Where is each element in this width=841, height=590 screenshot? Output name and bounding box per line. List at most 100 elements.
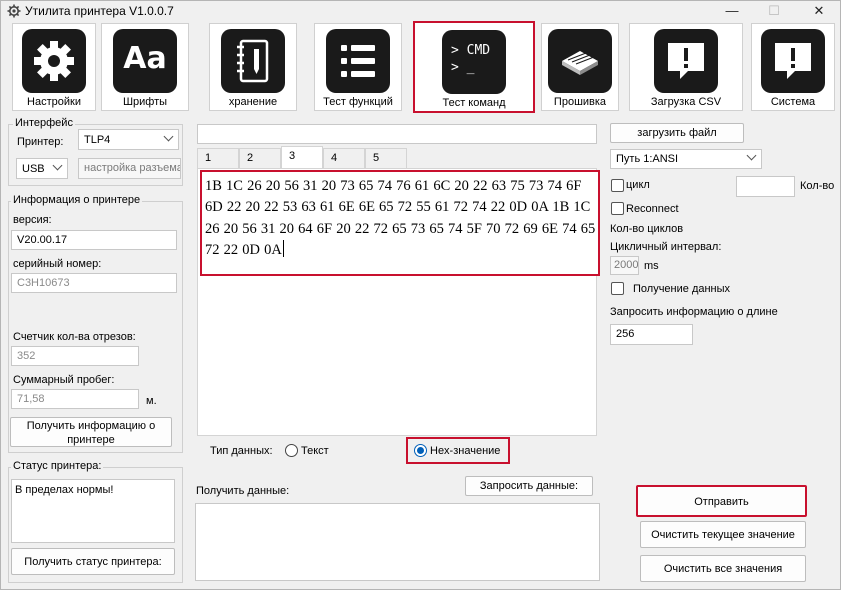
receive-label: Получить данные: bbox=[196, 485, 290, 497]
path-select-value: Путь 1:ANSI bbox=[616, 153, 679, 165]
toolbar-storage-label: хранение bbox=[228, 96, 278, 108]
cmd-icon: > CMD > _ bbox=[442, 30, 506, 94]
received-data-field[interactable] bbox=[195, 503, 600, 581]
load-file-button[interactable]: загрузить файл bbox=[610, 123, 744, 143]
serial-label: серийный номер: bbox=[13, 258, 102, 270]
tab-2[interactable]: 2 bbox=[239, 148, 281, 168]
mileage-unit: м. bbox=[146, 395, 157, 407]
printer-select[interactable]: TLP4 bbox=[78, 129, 179, 150]
clear-all-button[interactable]: Очистить все значения bbox=[640, 555, 806, 582]
port-select-value: USB bbox=[22, 163, 45, 175]
radio-hex-label: Hex-значение bbox=[430, 445, 501, 457]
receive-data-checkbox[interactable] bbox=[611, 282, 624, 295]
data-type-label: Тип данных: bbox=[210, 445, 273, 457]
printer-info-title: Информация о принтере bbox=[11, 194, 143, 206]
status-field: В пределах нормы! bbox=[11, 479, 175, 543]
toolbar-csv-upload[interactable]: Загрузка CSV bbox=[629, 23, 743, 111]
toolbar-command-test-label: Тест команд bbox=[442, 97, 506, 109]
window-title: Утилита принтера V1.0.0.7 bbox=[25, 4, 174, 18]
port-settings-field: настройка разъема bbox=[78, 158, 181, 179]
printer-label: Принтер: bbox=[17, 136, 64, 148]
toolbar-command-test[interactable]: > CMD > _ Тест команд bbox=[413, 21, 535, 113]
tab-3-label: 3 bbox=[289, 150, 296, 162]
cut-counter-field: 352 bbox=[11, 346, 139, 366]
cycles-label: Кол-во циклов bbox=[610, 223, 684, 235]
receive-data-label: Получение данных bbox=[633, 283, 731, 295]
cmd-icon-glyph: > CMD > _ bbox=[451, 43, 491, 75]
send-button[interactable]: Отправить bbox=[636, 485, 807, 517]
tab-5[interactable]: 5 bbox=[365, 148, 407, 168]
tab-4[interactable]: 4 bbox=[323, 148, 365, 168]
app-gear-icon bbox=[7, 4, 21, 18]
command-input[interactable] bbox=[197, 124, 597, 144]
toolbar-function-test-label: Тест функций bbox=[323, 96, 393, 108]
toolbar-firmware-label: Прошивка bbox=[553, 96, 607, 108]
toolbar-csv-upload-label: Загрузка CSV bbox=[650, 96, 722, 108]
font-icon: Aa bbox=[113, 29, 177, 93]
interval-label: Цикличный интервал: bbox=[610, 241, 722, 253]
request-length-label: Запросить информацию о длине bbox=[610, 306, 778, 318]
toolbar-function-test[interactable]: Тест функций bbox=[314, 23, 402, 111]
version-field: V20.00.17 bbox=[11, 230, 177, 250]
interval-field: 2000 bbox=[610, 256, 639, 275]
title-bar: Утилита принтера V1.0.0.7 — ☐ ✕ bbox=[1, 1, 840, 21]
chevron-down-icon bbox=[52, 160, 63, 171]
mileage-field: 71,58 bbox=[11, 389, 139, 409]
toolbar-settings[interactable]: Настройки bbox=[12, 23, 96, 111]
toolbar-fonts[interactable]: Aa Шрифты bbox=[101, 23, 189, 111]
status-value: В пределах нормы! bbox=[15, 484, 114, 496]
port-select[interactable]: USB bbox=[16, 158, 68, 179]
toolbar-system-label: Система bbox=[770, 96, 816, 108]
reconnect-label: Reconnect bbox=[626, 203, 679, 215]
toolbar-firmware[interactable]: Прошивка bbox=[541, 23, 619, 111]
tab-3[interactable]: 3 bbox=[281, 146, 323, 169]
cycle-label: цикл bbox=[626, 179, 650, 191]
maximize-button: ☐ bbox=[768, 3, 780, 18]
chip-icon bbox=[548, 29, 612, 93]
hex-content: 1B 1C 26 20 56 31 20 73 65 74 76 61 6C 2… bbox=[205, 178, 596, 258]
cycle-checkbox[interactable] bbox=[611, 179, 624, 192]
text-caret bbox=[282, 239, 284, 257]
version-label: версия: bbox=[13, 214, 52, 226]
count-field[interactable] bbox=[736, 176, 795, 197]
gear-icon bbox=[22, 29, 86, 93]
radio-hex[interactable] bbox=[414, 444, 427, 457]
chevron-down-icon bbox=[746, 150, 757, 161]
font-icon-glyph: Aa bbox=[123, 41, 167, 76]
tab-1-label: 1 bbox=[205, 152, 212, 164]
close-button[interactable]: ✕ bbox=[801, 1, 837, 21]
radio-text-label: Текст bbox=[301, 445, 329, 457]
mileage-label: Суммарный пробег: bbox=[13, 374, 115, 386]
minimize-button[interactable]: — bbox=[714, 1, 750, 21]
count-label: Кол-во bbox=[800, 180, 835, 192]
notebook-icon bbox=[221, 29, 285, 93]
radio-text[interactable] bbox=[285, 444, 298, 457]
tab-2-label: 2 bbox=[247, 152, 254, 164]
hex-editor[interactable]: 1B 1C 26 20 56 31 20 73 65 74 76 61 6C 2… bbox=[200, 170, 600, 276]
tab-4-label: 4 bbox=[331, 152, 338, 164]
tab-1[interactable]: 1 bbox=[197, 148, 239, 168]
app-window: Утилита принтера V1.0.0.7 — ☐ ✕ Настройк… bbox=[0, 0, 841, 590]
clear-current-button[interactable]: Очистить текущее значение bbox=[640, 521, 806, 548]
request-length-field[interactable]: 256 bbox=[610, 324, 693, 345]
interface-title: Интерфейс bbox=[13, 117, 75, 129]
status-title: Статус принтера: bbox=[11, 460, 104, 472]
get-info-button[interactable]: Получить информацию о принтере bbox=[10, 417, 172, 447]
list-icon bbox=[326, 29, 390, 93]
get-status-button[interactable]: Получить статус принтера: bbox=[11, 548, 175, 575]
reconnect-checkbox[interactable] bbox=[611, 202, 624, 215]
chevron-down-icon bbox=[163, 131, 174, 142]
tab-5-label: 5 bbox=[373, 152, 380, 164]
request-data-button[interactable]: Запросить данные: bbox=[465, 476, 593, 496]
toolbar-system[interactable]: Система bbox=[751, 23, 835, 111]
message-alert-icon bbox=[654, 29, 718, 93]
interval-unit: ms bbox=[644, 260, 659, 272]
toolbar-storage[interactable]: хранение bbox=[209, 23, 297, 111]
serial-field: C3H10673 bbox=[11, 273, 177, 293]
toolbar-fonts-label: Шрифты bbox=[122, 96, 168, 108]
printer-select-value: TLP4 bbox=[84, 134, 111, 146]
toolbar-settings-label: Настройки bbox=[27, 96, 81, 108]
path-select[interactable]: Путь 1:ANSI bbox=[610, 149, 762, 169]
cut-counter-label: Счетчик кол-ва отрезов: bbox=[13, 331, 136, 343]
message-alert-icon bbox=[761, 29, 825, 93]
